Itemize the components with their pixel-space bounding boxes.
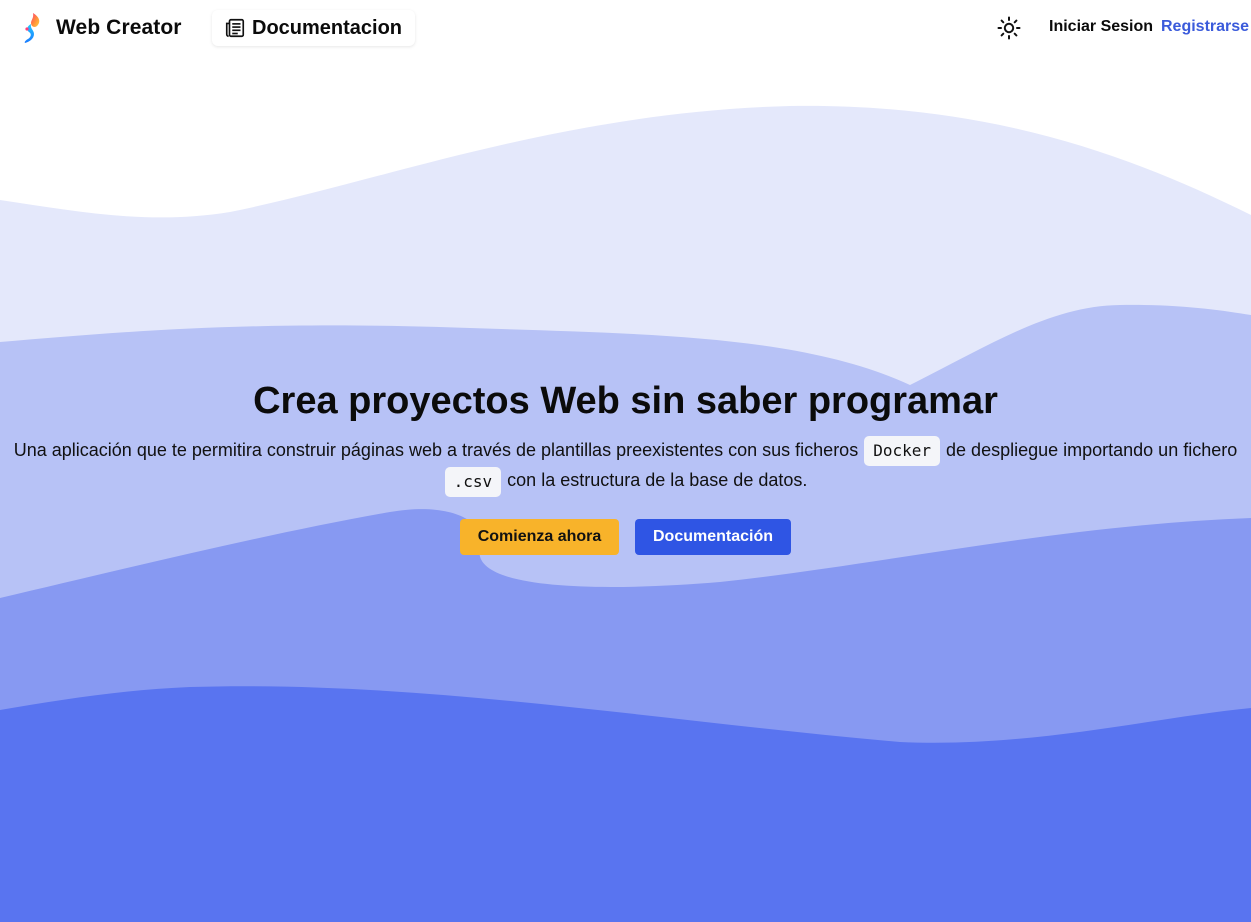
hero-description-part-1: Una aplicación que te permitira construi… xyxy=(13,440,859,460)
hero-description-part-2: de despliegue importando un fichero xyxy=(946,440,1238,460)
register-link[interactable]: Registrarse xyxy=(1161,18,1249,36)
docs-nav-link[interactable]: Documentacion xyxy=(212,10,416,46)
brand[interactable]: Web Creator xyxy=(20,12,182,44)
csv-code-snippet: .csv xyxy=(444,466,502,497)
newspaper-icon xyxy=(225,18,245,38)
theme-toggle-button[interactable] xyxy=(996,15,1022,41)
hero-description-part-3: con la estructura de la base de datos. xyxy=(507,470,808,491)
hero-buttons: Comienza ahora Documentación xyxy=(0,518,1251,555)
get-started-button[interactable]: Comienza ahora xyxy=(460,518,619,555)
sun-icon xyxy=(997,16,1021,40)
documentation-button[interactable]: Documentación xyxy=(635,518,791,555)
docs-nav-label: Documentacion xyxy=(252,16,403,39)
flame-logo-icon xyxy=(24,13,40,43)
landing-page: Web Creator Documentacion Iniciar Sesion… xyxy=(0,0,1251,922)
docker-code-snippet: Docker xyxy=(864,436,941,467)
hero-title: Crea proyectos Web sin saber programar xyxy=(253,380,998,422)
navbar: Web Creator Documentacion Iniciar Sesion… xyxy=(0,0,1251,56)
hero-section: Crea proyectos Web sin saber programar U… xyxy=(0,372,1251,555)
hero-description: Una aplicación que te permitira construi… xyxy=(0,436,1251,497)
brand-name: Web Creator xyxy=(56,16,182,39)
login-link[interactable]: Iniciar Sesion xyxy=(1049,18,1153,36)
